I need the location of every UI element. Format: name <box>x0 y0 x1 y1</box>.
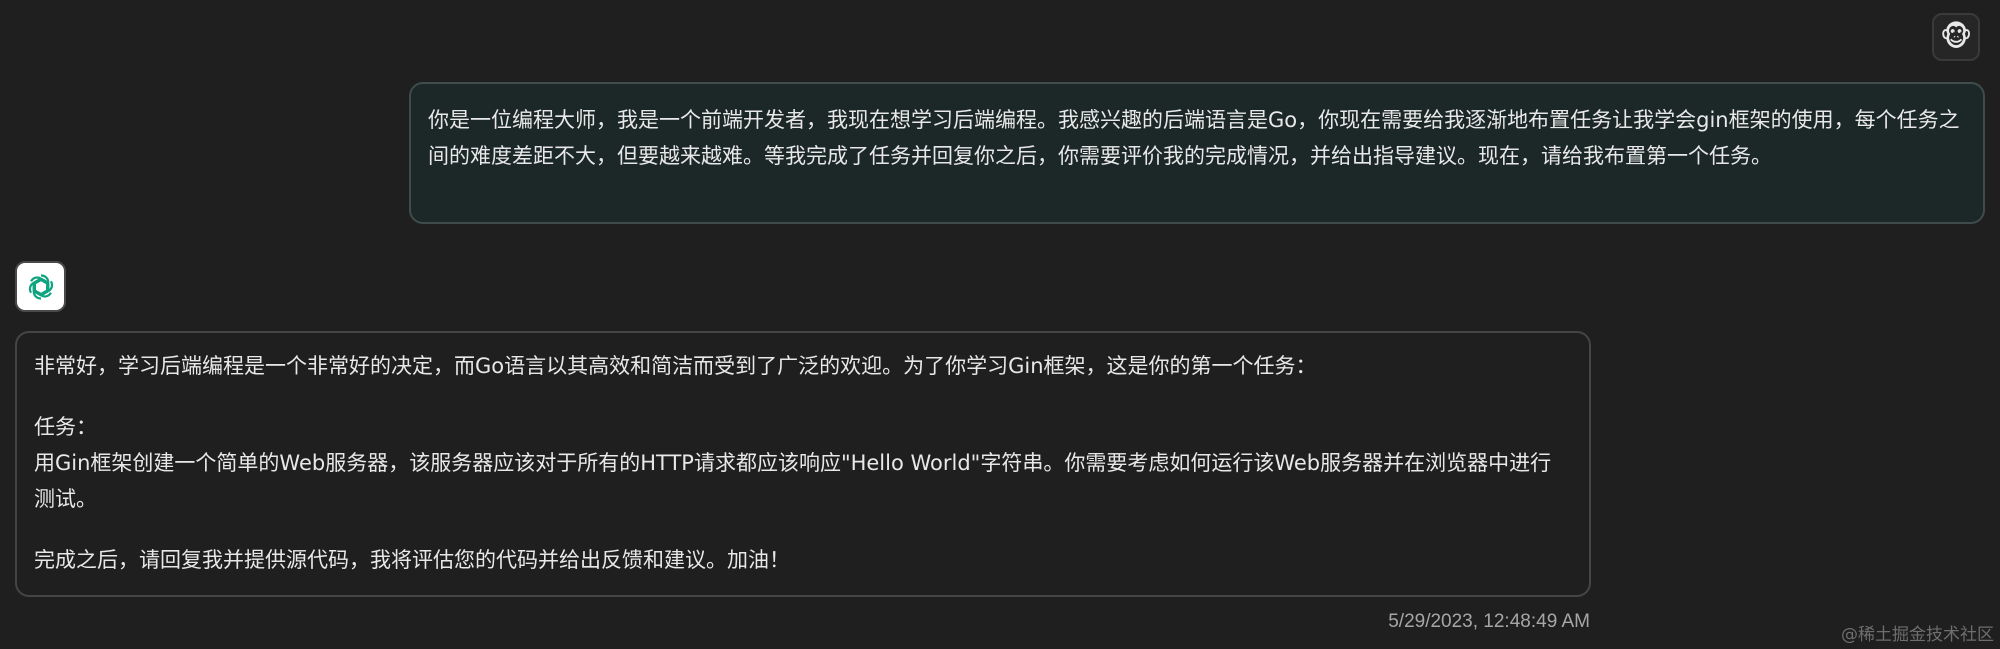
watermark: @稀土掘金技术社区 <box>1841 625 1994 645</box>
assistant-intro-text: 非常好，学习后端编程是一个非常好的决定，而Go语言以其高效和简洁而受到了广泛的欢… <box>34 354 1317 378</box>
user-message-bubble: 你是一位编程大师，我是一个前端开发者，我现在想学习后端编程。我感兴趣的后端语言是… <box>409 82 1985 224</box>
task-heading: 任务： <box>34 415 97 439</box>
user-avatar: 🐵 <box>1932 13 1980 61</box>
monkey-icon: 🐵 <box>1939 20 1973 53</box>
chat-page: 🐵 你是一位编程大师，我是一个前端开发者，我现在想学习后端编程。我感兴趣的后端语… <box>0 0 2000 649</box>
assistant-message-bubble: 非常好，学习后端编程是一个非常好的决定，而Go语言以其高效和简洁而受到了广泛的欢… <box>15 331 1591 597</box>
message-timestamp: 5/29/2023, 12:48:49 AM <box>1388 611 1590 632</box>
assistant-avatar <box>15 261 66 312</box>
user-message-text: 你是一位编程大师，我是一个前端开发者，我现在想学习后端编程。我感兴趣的后端语言是… <box>428 108 1960 168</box>
task-body-text: 用Gin框架创建一个简单的Web服务器，该服务器应该对于所有的HTTP请求都应该… <box>34 451 1552 511</box>
openai-logo-icon <box>25 273 56 300</box>
assistant-closing-text: 完成之后，请回复我并提供源代码，我将评估您的代码并给出反馈和建议。加油！ <box>34 548 790 572</box>
